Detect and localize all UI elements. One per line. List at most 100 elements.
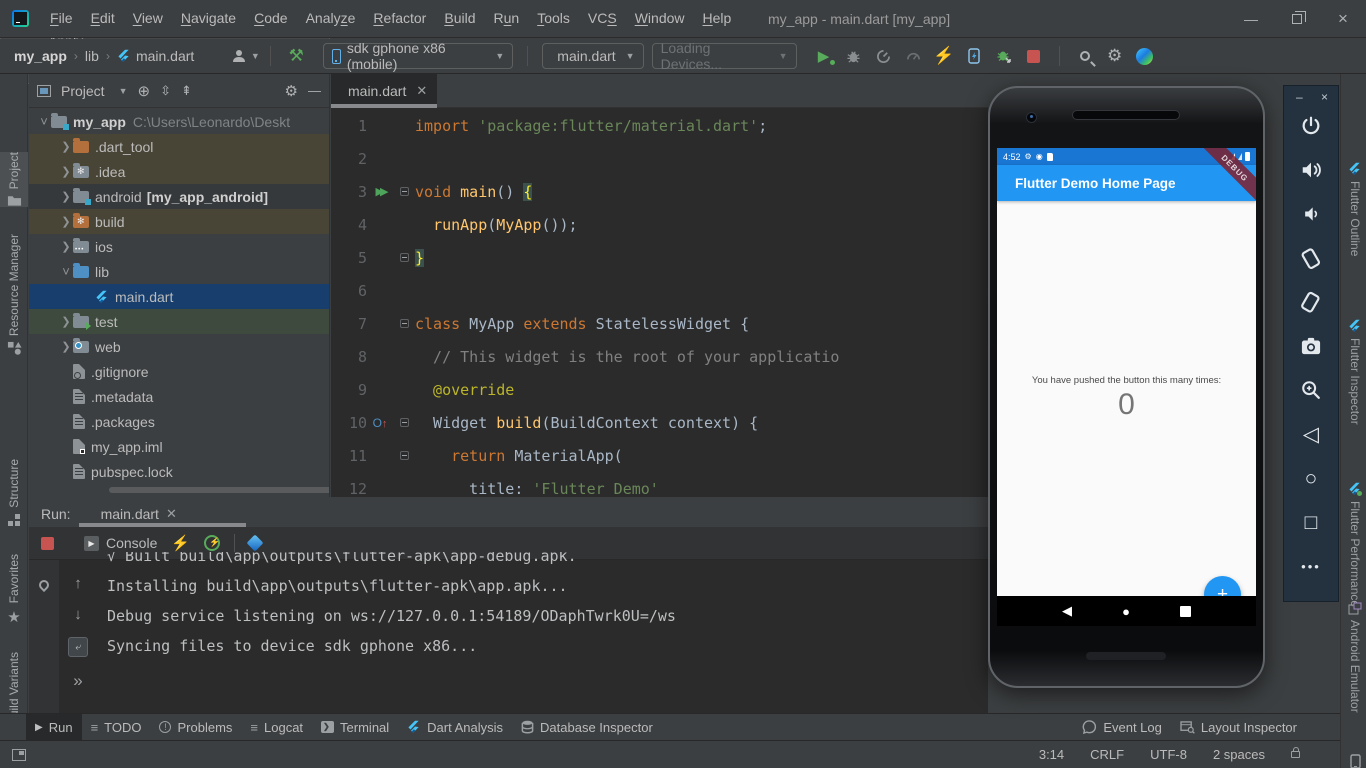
console-stop-button[interactable] [41,537,54,550]
debug-button[interactable] [839,43,869,69]
fold-marker[interactable] [393,451,415,460]
tree-item-.packages[interactable]: .packages [29,409,330,434]
menu-help[interactable]: Help [694,0,741,37]
hide-panel-button[interactable]: — [308,83,321,98]
pin-icon[interactable] [37,578,51,592]
emulator-volume-down-button[interactable] [1284,192,1338,236]
expand-all-button[interactable]: ⇳ [160,83,171,99]
tree-open-chevron[interactable]: ˅ [37,114,51,129]
console-hot-reload-button[interactable]: ⚡ [171,534,190,552]
tree-closed-chevron[interactable]: ❯ [59,190,73,203]
menu-code[interactable]: Code [245,0,296,37]
soft-wrap-toggle[interactable]: ⤶ [68,637,88,657]
toolwindow-button-run[interactable]: ▶Run [26,714,82,741]
menu-view[interactable]: View [124,0,172,37]
tree-closed-chevron[interactable]: ❯ [59,140,73,153]
devtools-button[interactable] [1130,43,1160,69]
run-button[interactable]: ▶ [809,43,839,69]
emulator-overview-button[interactable]: □ [1284,500,1338,544]
emulator-rotate-right-button[interactable] [1284,280,1338,324]
stop-button[interactable] [1019,43,1049,69]
emulator-home-button[interactable]: ○ [1284,456,1338,500]
menu-edit[interactable]: Edit [82,0,124,37]
tool-stripe-flutter-inspector[interactable]: Flutter Inspector [1341,319,1366,425]
tree-closed-chevron[interactable]: ❯ [59,340,73,353]
tree-item-main.dart[interactable]: main.dart [29,284,330,309]
project-view-selector[interactable]: Project [61,83,105,99]
menu-refactor[interactable]: Refactor [364,0,435,37]
scroll-up-button[interactable]: ↑ [74,575,82,592]
breadcrumb-lib[interactable]: lib [85,48,99,64]
run-main-gutter-icon[interactable]: ▶▶ [367,185,393,198]
menu-tools[interactable]: Tools [528,0,579,37]
tool-stripe-favorites[interactable]: Favorites★ [0,554,28,626]
toolwindow-button-dart-analysis[interactable]: Dart Analysis [398,714,512,741]
emulator-minimize-button[interactable]: – [1296,90,1303,104]
fold-marker[interactable] [393,418,415,427]
attach-debugger-button[interactable] [989,43,1019,69]
tree-item-lib[interactable]: ˅lib [29,259,330,284]
minimize-button[interactable]: — [1228,0,1274,38]
open-devtools-button[interactable] [247,535,264,552]
toolwindow-button-logcat[interactable]: ≡Logcat [241,714,312,741]
emulator-screenshot-button[interactable] [1284,324,1338,368]
tree-item-my_app[interactable]: ˅my_appC:\Users\Leonardo\Deskt [29,109,330,134]
tree-open-chevron[interactable]: ˅ [59,264,73,279]
tree-item-.idea[interactable]: ❯✻.idea [29,159,330,184]
status-widget[interactable]: 3:14 [1039,747,1064,762]
tool-stripe-project[interactable]: Project [0,152,28,207]
emulator-back-button[interactable]: ◁ [1284,412,1338,456]
close-run-tab-icon[interactable]: ✕ [166,506,177,522]
menu-build[interactable]: Build [435,0,484,37]
nav-back-button[interactable]: ◀ [1062,603,1072,619]
toolwindow-button-database-inspector[interactable]: Database Inspector [512,714,662,741]
close-tab-icon[interactable]: ✕ [416,83,427,99]
emulator-close-button[interactable]: × [1321,90,1328,104]
more-actions-button[interactable]: » [73,671,82,691]
tree-closed-chevron[interactable]: ❯ [59,315,73,328]
console-hot-restart-button[interactable] [204,535,220,551]
fold-marker[interactable] [393,253,415,262]
toolwindow-button-event-log[interactable]: Event Log [1073,714,1171,741]
tree-closed-chevron[interactable]: ❯ [59,215,73,228]
tool-stripe-de[interactable]: De [1341,754,1366,768]
build-hammer-button[interactable]: ⚒ [281,43,311,69]
vcs-user-button[interactable]: ▼ [230,43,260,69]
tree-item-build[interactable]: ❯✻build [29,209,330,234]
fold-marker[interactable] [393,187,415,196]
tree-item-my_app.iml[interactable]: my_app.iml [29,434,330,459]
editor-area[interactable]: main.dart ✕ 1import 'package:flutter/mat… [331,74,988,497]
device-selector[interactable]: sdk gphone x86 (mobile) ▼ [323,43,513,69]
collapse-all-button[interactable]: ⇞ [181,83,192,99]
tree-item-.gitignore[interactable]: .gitignore [29,359,330,384]
tree-item-android[interactable]: ❯android[my_app_android] [29,184,330,209]
toolwindow-button-todo[interactable]: ≡TODO [82,714,151,741]
project-horizontal-scrollbar[interactable] [109,487,330,493]
restore-button[interactable] [1274,0,1320,38]
fold-marker[interactable] [393,319,415,328]
settings-button[interactable]: ⚙ [1100,43,1130,69]
tree-item-.dart_tool[interactable]: ❯.dart_tool [29,134,330,159]
status-widget[interactable]: UTF-8 [1150,747,1187,762]
tool-stripe-android-emulator[interactable]: Android Emulator [1341,602,1366,713]
menu-analyze[interactable]: Analyze [297,0,365,37]
console-tab[interactable]: ▶ Console [84,535,157,551]
tree-item-web[interactable]: ❯web [29,334,330,359]
toolwindow-button-layout-inspector[interactable]: Layout Inspector [1171,714,1306,741]
breadcrumb-main.dart[interactable]: main.dart [136,48,194,64]
menu-run[interactable]: Run [485,0,529,37]
menu-file[interactable]: File [41,0,82,37]
tool-stripe-flutter-outline[interactable]: Flutter Outline [1341,162,1366,256]
lock-icon[interactable] [1291,751,1300,758]
emulator-screen[interactable]: 4:52 ⚙ ◉ Flutter Demo Home Page DEBUG Yo… [997,148,1256,626]
tool-window-switcher-icon[interactable] [12,749,26,761]
locate-file-button[interactable]: ⊕ [138,82,151,100]
status-widget[interactable]: CRLF [1090,747,1124,762]
menu-navigate[interactable]: Navigate [172,0,245,37]
breadcrumb[interactable]: my_app›lib›main.dart [14,48,194,64]
tool-stripe-resource-manager[interactable]: Resource Manager [0,234,28,356]
hot-restart-button[interactable] [959,43,989,69]
toolwindow-button-terminal[interactable]: ❯Terminal [312,714,398,741]
tree-item-ios[interactable]: ❯•••ios [29,234,330,259]
breadcrumb-my_app[interactable]: my_app [14,48,67,64]
